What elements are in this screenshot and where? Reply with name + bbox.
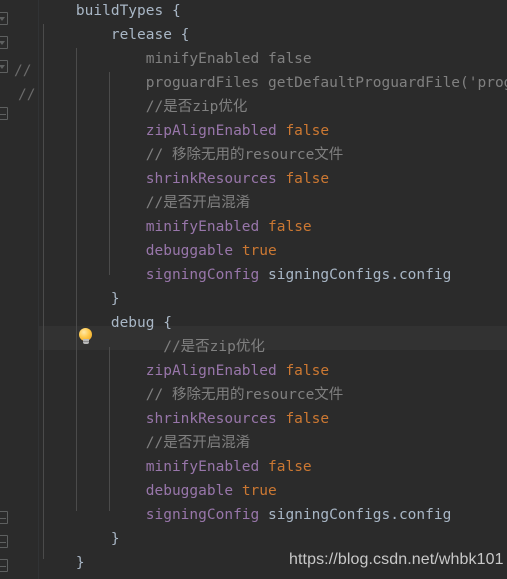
code-token: debuggable <box>145 243 234 259</box>
code-text-area[interactable]: buildTypes { release { minifyEnabled fal… <box>0 0 507 579</box>
code-token: signingConfigs.config <box>259 267 452 283</box>
code-token: shrinkResources <box>145 171 277 187</box>
code-line-2[interactable]: release { <box>41 24 190 48</box>
code-token: proguardFiles getDefaultProguardFile('pr… <box>145 75 507 91</box>
code-line-13[interactable]: } <box>41 288 120 312</box>
code-line-12[interactable]: signingConfig signingConfigs.config <box>41 264 452 288</box>
code-token: minifyEnabled <box>145 459 260 475</box>
code-token: release <box>110 27 172 43</box>
code-line-16[interactable]: zipAlignEnabled false <box>41 360 329 384</box>
code-token: signingConfig <box>145 267 260 283</box>
code-token: } <box>110 531 120 547</box>
code-token: } <box>75 555 85 571</box>
code-token: { <box>154 315 172 331</box>
code-line-23[interactable]: } <box>41 528 120 552</box>
code-token: //是否zip优化 <box>163 339 265 355</box>
code-line-19[interactable]: //是否开启混淆 <box>41 432 250 456</box>
code-token: signingConfig <box>145 507 260 523</box>
code-token: debug <box>110 315 155 331</box>
code-token: //是否zip优化 <box>145 99 248 115</box>
code-line-4[interactable]: proguardFiles getDefaultProguardFile('pr… <box>41 72 507 96</box>
code-token: buildTypes <box>75 3 164 19</box>
intention-lightbulb-icon[interactable] <box>78 328 93 346</box>
code-line-20[interactable]: minifyEnabled false <box>41 456 312 480</box>
code-token: zipAlignEnabled <box>145 123 277 139</box>
code-token: true <box>241 243 277 259</box>
code-line-24[interactable]: } <box>41 552 85 576</box>
code-token: false <box>285 171 330 187</box>
code-token: zipAlignEnabled <box>145 363 277 379</box>
code-token: debuggable <box>145 483 234 499</box>
code-token: false <box>285 363 330 379</box>
code-line-21[interactable]: debuggable true <box>41 480 277 504</box>
code-token: false <box>285 123 330 139</box>
code-line-10[interactable]: minifyEnabled false <box>41 216 312 240</box>
code-token: signingConfigs.config <box>259 507 452 523</box>
code-token: false <box>268 219 312 235</box>
code-line-6[interactable]: zipAlignEnabled false <box>41 120 329 144</box>
code-token: minifyEnabled <box>145 219 260 235</box>
code-token: true <box>241 483 277 499</box>
code-token: // 移除无用的resource文件 <box>145 147 344 163</box>
code-token: shrinkResources <box>145 411 277 427</box>
code-line-17[interactable]: // 移除无用的resource文件 <box>41 384 344 408</box>
lightbulb-base <box>82 339 89 344</box>
code-token: { <box>171 27 190 43</box>
code-token: false <box>268 459 312 475</box>
code-token: //是否开启混淆 <box>145 195 251 211</box>
code-line-9[interactable]: //是否开启混淆 <box>41 192 250 216</box>
code-line-18[interactable]: shrinkResources false <box>41 408 329 432</box>
code-token: false <box>285 411 330 427</box>
code-line-11[interactable]: debuggable true <box>41 240 277 264</box>
code-line-22[interactable]: signingConfig signingConfigs.config <box>41 504 452 528</box>
code-token: { <box>163 3 181 19</box>
code-line-7[interactable]: // 移除无用的resource文件 <box>41 144 344 168</box>
code-token: minifyEnabled false <box>145 51 312 67</box>
code-token: } <box>110 291 120 307</box>
code-line-14[interactable]: debug { <box>41 312 172 336</box>
code-token: // 移除无用的resource文件 <box>145 387 344 403</box>
code-token: //是否开启混淆 <box>145 435 251 451</box>
csdn-watermark: https://blog.csdn.net/whbk101 <box>289 551 504 568</box>
code-line-5[interactable]: //是否zip优化 <box>41 96 248 120</box>
code-line-15[interactable]: //是否zip优化 <box>41 336 265 360</box>
code-line-3[interactable]: minifyEnabled false <box>41 48 312 72</box>
code-line-8[interactable]: shrinkResources false <box>41 168 329 192</box>
code-editor[interactable]: //// buildTypes { release { minifyEnable… <box>0 0 507 579</box>
code-line-1[interactable]: buildTypes { <box>41 0 181 24</box>
